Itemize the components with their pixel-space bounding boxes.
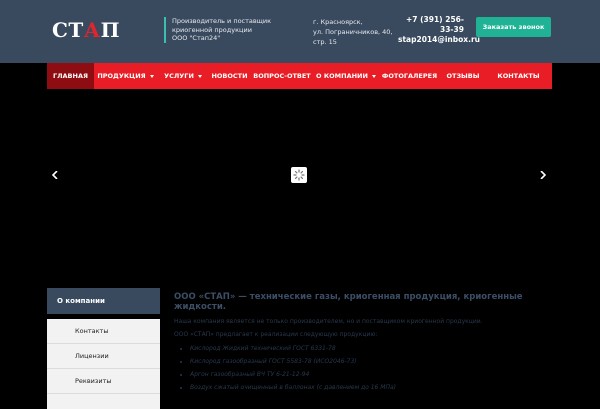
tagline-line-1: Производитель и поставщик <box>172 17 271 25</box>
nav-label: Новости <box>211 72 248 80</box>
chevron-down-icon <box>371 74 376 78</box>
sidebar-item-requisites[interactable]: Реквизиты <box>47 369 160 394</box>
chevron-down-icon <box>149 74 154 78</box>
address-line-1: г. Красноярск, <box>313 18 363 26</box>
product-item: Воздух сжатый очищенный в баллонах (с да… <box>190 384 574 391</box>
nav-label: Продукция <box>97 72 146 80</box>
contact-info: +7 (391) 256-33-39 stap2014@inbox.ru <box>398 15 480 45</box>
logo-text-1: СТ <box>52 18 84 42</box>
sidebar-item-licenses[interactable]: Лицензии <box>47 344 160 369</box>
intro-text: Наша компания является не только произво… <box>174 318 483 325</box>
site-logo[interactable]: СТАП <box>52 18 120 42</box>
company-tagline: Производитель и поставщик криогенной про… <box>164 17 292 43</box>
product-item: Аргон газообразный ВЧ ТУ 6-21-12-94 <box>190 371 574 378</box>
nav-label: Вопрос-ответ <box>253 72 311 80</box>
nav-label: Услуги <box>164 72 194 80</box>
nav-item-faq[interactable]: Вопрос-ответ <box>250 63 314 89</box>
nav-item-news[interactable]: Новости <box>209 63 250 89</box>
nav-item-reviews[interactable]: Отзывы <box>441 63 485 89</box>
email-link[interactable]: stap2014@inbox.ru <box>398 35 480 45</box>
product-list: Кислород Жидкий технический ГОСТ 6331-78… <box>174 345 574 391</box>
nav-label: Главная <box>52 72 88 80</box>
product-item: Кислород газообразный ГОСТ 5583-78 (ИСО2… <box>190 358 574 365</box>
sidebar-item-contacts[interactable]: Контакты <box>47 319 160 344</box>
address-line-3: стр. 15 <box>313 38 337 46</box>
chevron-right-icon[interactable] <box>537 169 549 181</box>
nav-item-products[interactable]: Продукция <box>94 63 157 89</box>
nav-label: Фотогалерея <box>381 72 438 80</box>
sidebar-menu: Контакты Лицензии Реквизиты <box>47 319 160 409</box>
product-item: Кислород Жидкий технический ГОСТ 6331-78 <box>190 345 574 352</box>
site-header: СТАП Производитель и поставщик криогенно… <box>0 0 600 63</box>
sidebar-title: О компании <box>47 288 160 314</box>
nav-item-services[interactable]: Услуги <box>157 63 209 89</box>
logo-text-2: П <box>100 18 120 42</box>
address-line-2: ул. Пограничников, 40, <box>313 28 393 36</box>
nav-item-gallery[interactable]: Фотогалерея <box>378 63 441 89</box>
order-call-button[interactable]: Заказать звонок <box>476 17 551 37</box>
nav-label: Отзывы <box>446 72 480 80</box>
page-title: ООО «СТАП» — технические газы, криогенна… <box>174 292 523 312</box>
company-address: г. Красноярск, ул. Пограничников, 40, ст… <box>313 17 393 47</box>
logo-text-accent: А <box>83 18 101 42</box>
tagline-line-2: криогенной продукции <box>172 25 252 34</box>
nav-item-contacts[interactable]: Контакты <box>485 63 552 89</box>
chevron-down-icon <box>197 74 202 78</box>
phone-link[interactable]: +7 (391) 256-33-39 <box>398 15 464 35</box>
nav-label: О компании <box>316 72 368 80</box>
main-content: ООО «СТАП» — технические газы, криогенна… <box>174 292 574 397</box>
main-nav: Главная Продукция Услуги Новости Вопрос-… <box>47 63 552 89</box>
nav-label: Контакты <box>497 72 540 80</box>
hero-slider <box>0 89 600 270</box>
lead-text: ООО «СТАП» предлагает к реализации следу… <box>174 331 378 338</box>
nav-item-home[interactable]: Главная <box>47 63 94 89</box>
tagline-line-3: ООО "Стап24" <box>172 34 221 42</box>
loading-spinner-icon <box>291 167 307 183</box>
nav-item-about[interactable]: О компании <box>314 63 378 89</box>
chevron-left-icon[interactable] <box>49 169 61 181</box>
